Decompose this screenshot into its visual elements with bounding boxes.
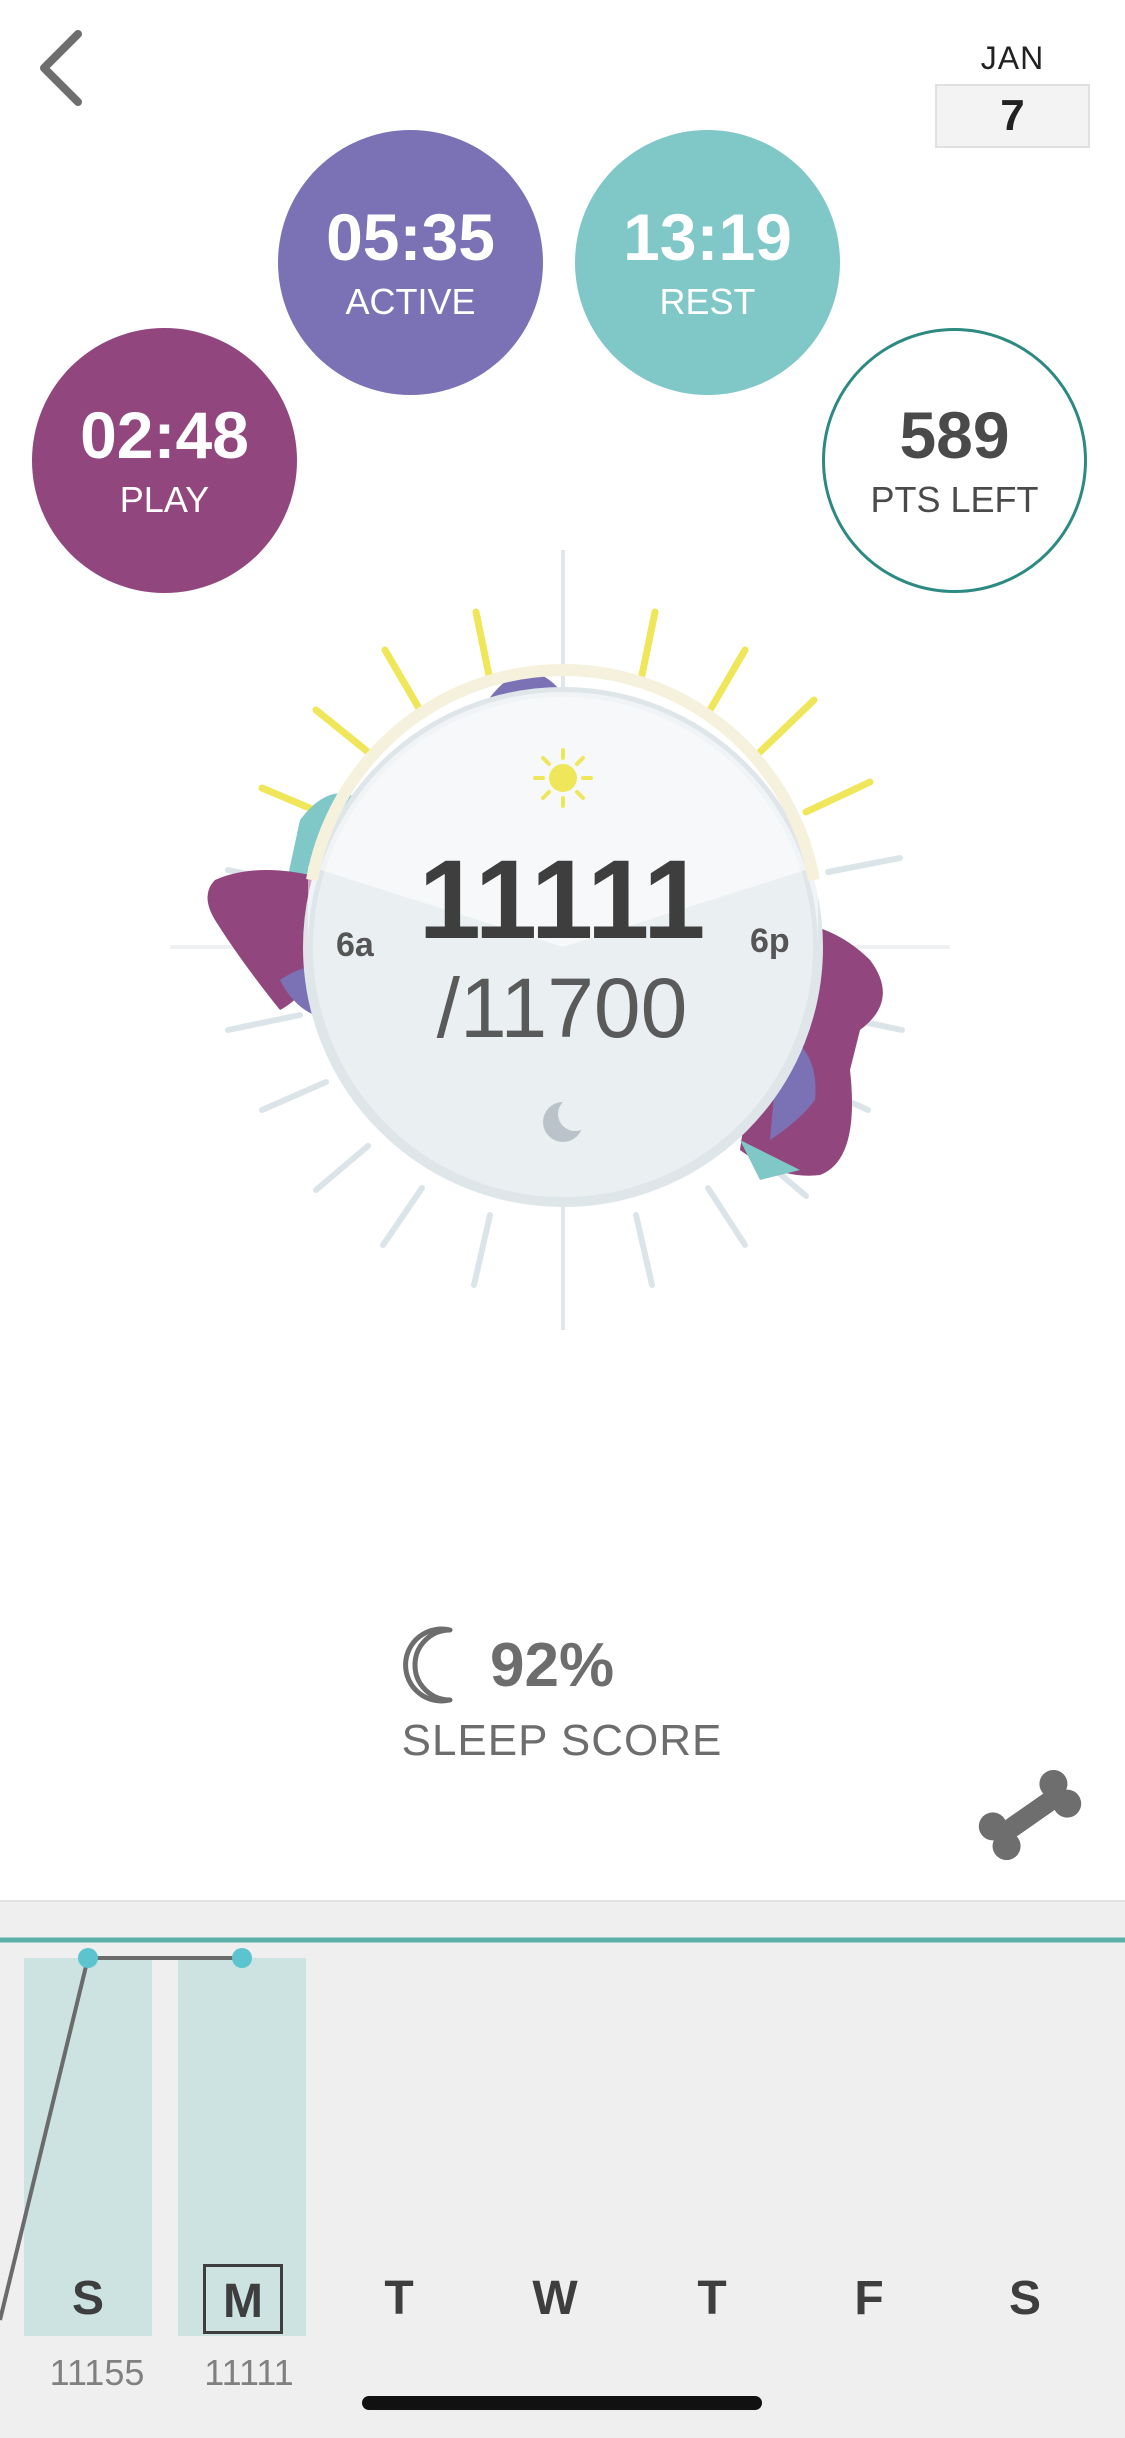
day-tab-sunday[interactable]: S bbox=[48, 2264, 128, 2334]
active-time-bubble[interactable]: 05:35 ACTIVE bbox=[278, 130, 543, 395]
date-day: 7 bbox=[935, 84, 1090, 148]
crescent-moon-icon bbox=[403, 1626, 453, 1704]
date-month: JAN bbox=[980, 40, 1045, 76]
trend-point bbox=[78, 1948, 98, 1968]
trend-point bbox=[232, 1948, 252, 1968]
play-time-value: 02:48 bbox=[80, 397, 249, 472]
home-indicator[interactable] bbox=[362, 2396, 762, 2410]
bone-icon bbox=[978, 1769, 1082, 1861]
day-steps-sunday: 11155 bbox=[49, 2352, 145, 2393]
date-badge[interactable]: JAN 7 bbox=[935, 36, 1090, 161]
sleep-score-value: 92% bbox=[490, 1630, 615, 1700]
dial-label-6p: 6p bbox=[750, 922, 790, 960]
rest-time-label: REST bbox=[659, 280, 756, 322]
day-tab-friday[interactable]: F bbox=[829, 2264, 909, 2334]
chevron-left-icon bbox=[40, 30, 82, 106]
sleep-score-row[interactable]: 92% bbox=[400, 1620, 614, 1710]
back-button[interactable] bbox=[28, 24, 98, 114]
sun-icon bbox=[533, 748, 593, 808]
active-time-label: ACTIVE bbox=[345, 280, 476, 322]
steps-goal: /11700 bbox=[436, 961, 688, 1055]
sleep-score-label: SLEEP SCORE bbox=[401, 1716, 723, 1765]
treat-button[interactable] bbox=[975, 1765, 1085, 1865]
steps-count: 11111 bbox=[418, 837, 706, 962]
day-tab-tuesday[interactable]: T bbox=[359, 2264, 439, 2334]
day-steps-monday: 11111 bbox=[204, 2352, 294, 2393]
day-tab-wednesday[interactable]: W bbox=[515, 2264, 595, 2334]
points-left-label: PTS LEFT bbox=[870, 478, 1039, 520]
day-tab-thursday[interactable]: T bbox=[672, 2264, 752, 2334]
day-tab-monday[interactable]: M bbox=[203, 2264, 283, 2334]
rest-time-bubble[interactable]: 13:19 REST bbox=[575, 130, 840, 395]
points-left-value: 589 bbox=[899, 397, 1010, 472]
rest-time-value: 13:19 bbox=[623, 199, 792, 274]
day-tab-saturday[interactable]: S bbox=[985, 2264, 1065, 2334]
dial-label-6a: 6a bbox=[336, 926, 374, 964]
play-time-label: PLAY bbox=[119, 478, 210, 520]
active-time-value: 05:35 bbox=[326, 199, 495, 274]
